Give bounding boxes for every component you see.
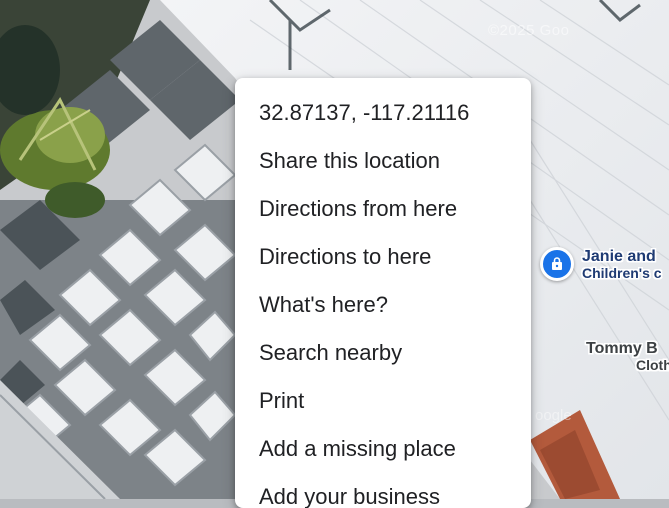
map-watermark-secondary: oogle: [535, 407, 572, 424]
search-nearby-item[interactable]: Search nearby: [235, 329, 531, 377]
print-item[interactable]: Print: [235, 377, 531, 425]
add-your-business-item[interactable]: Add your business: [235, 473, 531, 508]
place-marker-janie-and-jack[interactable]: Janie and Children's c: [540, 247, 662, 281]
place-name: Tommy B: [586, 340, 658, 357]
shopping-bag-icon: [540, 247, 574, 281]
place-name: Janie and: [582, 248, 656, 265]
place-label[interactable]: Janie and Children's c: [582, 248, 662, 282]
map-watermark: ©2025 Goo: [488, 22, 570, 39]
whats-here-item[interactable]: What's here?: [235, 281, 531, 329]
place-category: Children's c: [582, 265, 662, 281]
share-location-item[interactable]: Share this location: [235, 137, 531, 185]
place-category: Cloth: [636, 357, 669, 373]
place-label-tommy[interactable]: Tommy B Cloth: [586, 340, 669, 374]
map-context-menu: 32.87137, -117.21116 Share this location…: [235, 78, 531, 508]
coordinates-item[interactable]: 32.87137, -117.21116: [235, 89, 531, 137]
add-missing-place-item[interactable]: Add a missing place: [235, 425, 531, 473]
directions-to-here-item[interactable]: Directions to here: [235, 233, 531, 281]
directions-from-here-item[interactable]: Directions from here: [235, 185, 531, 233]
